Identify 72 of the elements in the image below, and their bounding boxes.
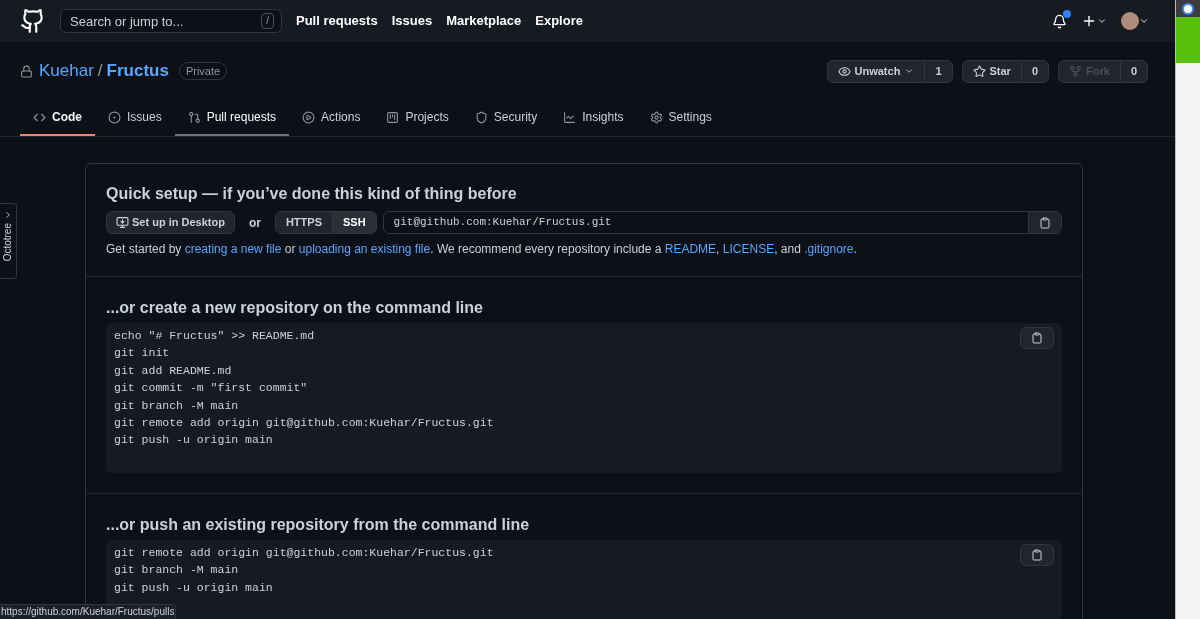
- hint-link[interactable]: creating a new file: [184, 242, 282, 256]
- code-line: git push -u origin main: [114, 432, 274, 449]
- code-line: git init: [114, 345, 171, 362]
- repo-tab[interactable]: Settings: [636, 100, 725, 136]
- fork-icon: [1069, 64, 1083, 78]
- copy-button[interactable]: [1020, 327, 1054, 349]
- repo-tab[interactable]: Security: [461, 100, 551, 136]
- nav-link[interactable]: Marketplace: [446, 11, 522, 31]
- repo-name-link[interactable]: Fructus: [106, 58, 169, 84]
- desktop-setup-button[interactable]: Set up in Desktop: [106, 211, 235, 234]
- code-line: git add README.md: [114, 362, 233, 379]
- caret-icon[interactable]: [1139, 16, 1149, 26]
- copy-button[interactable]: [1020, 543, 1054, 566]
- octotree-tab[interactable]: Octotree: [0, 203, 17, 279]
- avatar[interactable]: [1121, 12, 1139, 30]
- code-line: git remote add origin git@github.com:Kuehar/Fructus.git: [114, 415, 494, 432]
- nav-link[interactable]: Explore: [535, 11, 583, 31]
- repo-action-button[interactable]: Star: [962, 60, 1022, 82]
- hint-link[interactable]: .gitignore: [804, 242, 854, 256]
- repo-tab[interactable]: Projects: [373, 100, 462, 136]
- section-heading: Quick setup — if you’ve done this kind of thing before: [106, 184, 518, 204]
- monitor-download-icon: [116, 216, 129, 229]
- settings-icon: [649, 110, 663, 124]
- code-line: git remote add origin git@github.com:Kuehar/Fructus.git: [114, 544, 494, 561]
- section-heading: ...or push an existing repository from the command line: [106, 514, 531, 535]
- repo-action-count: 1: [934, 63, 943, 79]
- eye-icon: [837, 64, 851, 78]
- copy-button[interactable]: [1028, 212, 1061, 233]
- star-icon: [972, 64, 986, 78]
- code-line: echo "# Fructus" >> README.md: [114, 328, 316, 344]
- code-line: git push -u origin main: [114, 579, 274, 596]
- section-heading: ...or create a new repository on the command line: [106, 298, 484, 318]
- plus-icon[interactable]: [1081, 13, 1097, 29]
- board-icon: [386, 110, 400, 124]
- shortcut-key: /: [261, 12, 274, 29]
- repo-tab[interactable]: Actions: [289, 100, 374, 136]
- nav-link[interactable]: Pull requests: [296, 11, 378, 31]
- repo-action-group[interactable]: Star 0: [961, 59, 1050, 83]
- nav-link[interactable]: Issues: [391, 11, 433, 31]
- code-line: git branch -M main: [114, 562, 240, 579]
- code-line: git branch -M main: [114, 397, 240, 414]
- status-url-tooltip: https://github.com/Kuehar/Fructus/pulls: [0, 604, 177, 619]
- repo-tab[interactable]: Insights: [550, 100, 637, 136]
- repo-action-count: 0: [1030, 63, 1040, 79]
- repo-tab[interactable]: Issues: [95, 100, 175, 136]
- clone-url-field[interactable]: git@github.com:Kuehar/Fructus.git: [382, 211, 1062, 234]
- setup-hint: Get started by creating a new file or uploading an existing file. We recommend every repository include a README, LICENSE, and .gitignore.: [106, 241, 858, 258]
- pull-request-icon: [187, 110, 201, 124]
- lock-icon: [20, 64, 33, 78]
- code-line: git commit -m "first commit": [114, 380, 309, 397]
- or-text: or: [248, 214, 261, 232]
- caret-icon[interactable]: [1097, 16, 1107, 26]
- line-chart-icon: [563, 110, 577, 124]
- repo-tab[interactable]: Pull requests: [174, 100, 290, 136]
- protocol-tab[interactable]: HTTPS: [275, 212, 332, 233]
- extension-panel: [1176, 17, 1200, 63]
- repo-action-button[interactable]: Unwatch: [827, 60, 926, 82]
- owner-link[interactable]: Kuehar: [39, 58, 94, 84]
- repo-action-count: 0: [1129, 63, 1138, 79]
- clipboard-icon: [1039, 216, 1051, 229]
- clipboard-icon: [1031, 332, 1043, 344]
- path-separator: /: [97, 60, 103, 83]
- play-icon: [302, 110, 316, 124]
- repo-action-group[interactable]: Unwatch 1: [826, 59, 953, 83]
- repo-tab[interactable]: Code: [20, 100, 95, 136]
- clipboard-icon: [1031, 548, 1043, 561]
- chevron-icon: [3, 210, 13, 220]
- octocat-logo-icon[interactable]: [20, 8, 46, 34]
- caret-icon: [904, 66, 915, 76]
- shield-icon: [474, 110, 488, 124]
- circle-dot-icon: [108, 110, 121, 124]
- protocol-tab[interactable]: SSH: [331, 212, 376, 233]
